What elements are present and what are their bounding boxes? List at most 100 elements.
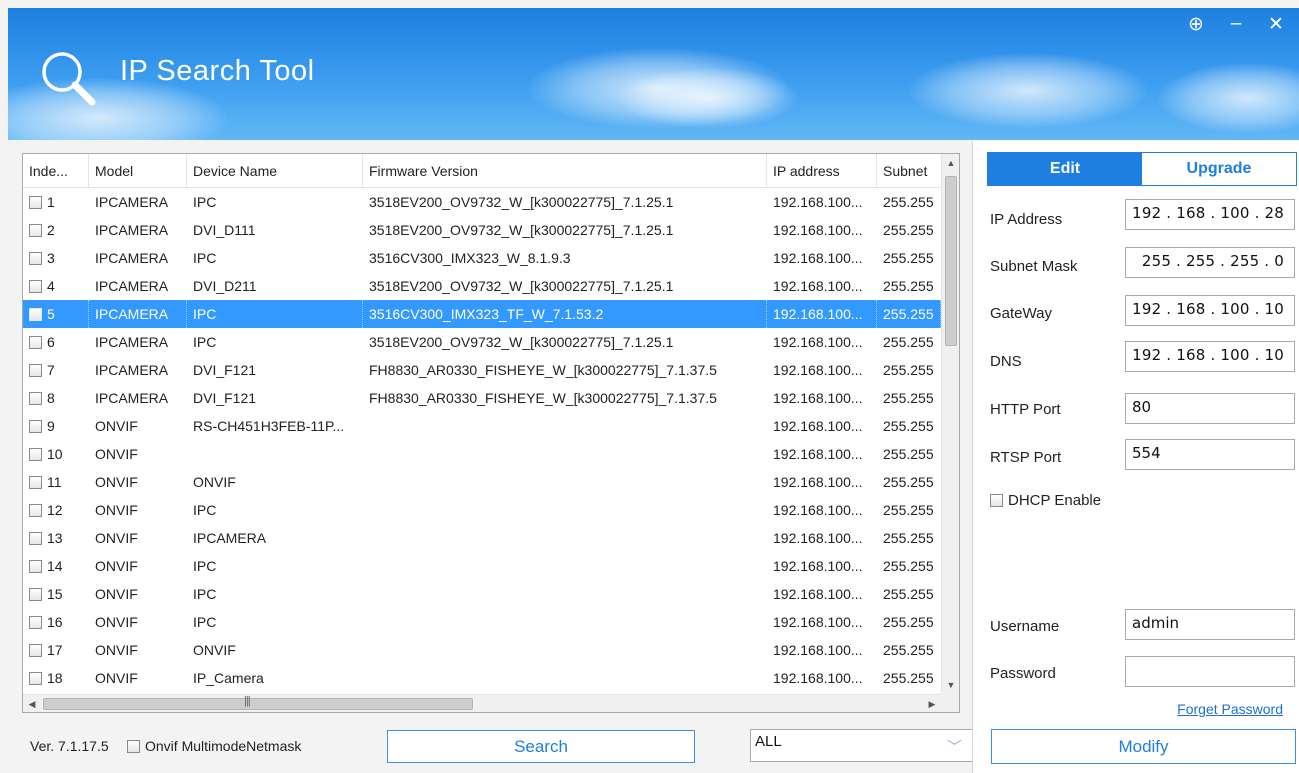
cell-device-name: IPC [193, 502, 217, 518]
gateway-input[interactable]: 192 . 168 . 100 . 10 [1125, 295, 1295, 326]
table-row[interactable]: 10 ONVIF 192.168.100... 255.255 [23, 440, 941, 468]
maximize-icon[interactable]: ⊕ [1183, 12, 1209, 36]
cell-subnet: 255.255 [883, 474, 934, 490]
column-header-firmware[interactable]: Firmware Version [363, 154, 767, 188]
row-checkbox[interactable] [29, 504, 42, 517]
row-checkbox[interactable] [29, 224, 42, 237]
version-label: Ver. 7.1.17.5 [30, 738, 109, 754]
row-checkbox[interactable] [29, 672, 42, 685]
table-row[interactable]: 11 ONVIF ONVIF 192.168.100... 255.255 [23, 468, 941, 496]
dhcp-checkbox[interactable] [990, 494, 1003, 507]
row-index: 2 [47, 222, 55, 238]
row-checkbox[interactable] [29, 196, 42, 209]
dns-input[interactable]: 192 . 168 . 100 . 10 [1125, 341, 1295, 372]
cell-subnet: 255.255 [883, 362, 934, 378]
cell-index: 9 [23, 412, 89, 440]
cell-ip: 192.168.100... [773, 418, 863, 434]
table-row[interactable]: 14 ONVIF IPC 192.168.100... 255.255 [23, 552, 941, 580]
column-header-ip[interactable]: IP address [767, 154, 877, 188]
scroll-left-icon[interactable]: ◀ [23, 695, 41, 713]
row-checkbox[interactable] [29, 364, 42, 377]
table-row[interactable]: 18 ONVIF IP_Camera 192.168.100... 255.255 [23, 664, 941, 692]
cell-model: IPCAMERA [95, 362, 169, 378]
vertical-scrollbar[interactable]: ▲ ▼ [941, 154, 959, 694]
row-checkbox[interactable] [29, 336, 42, 349]
onvif-multimode-checkbox[interactable] [127, 739, 140, 753]
minimize-icon[interactable]: – [1223, 12, 1249, 36]
dhcp-option[interactable]: DHCP Enable [990, 492, 1101, 509]
scroll-down-icon[interactable]: ▼ [942, 676, 960, 694]
table-row[interactable]: 13 ONVIF IPCAMERA 192.168.100... 255.255 [23, 524, 941, 552]
cell-subnet: 255.255 [883, 194, 934, 210]
table-row[interactable]: 7 IPCAMERA DVI_F121 FH8830_AR0330_FISHEYE_W… [23, 356, 941, 384]
row-checkbox[interactable] [29, 616, 42, 629]
cell-index: 1 [23, 188, 89, 216]
scroll-right-icon[interactable]: ▶ [923, 695, 941, 713]
modify-button[interactable]: Modify [991, 729, 1296, 764]
cell-subnet: 255.255 [883, 390, 934, 406]
horizontal-scroll-thumb[interactable]: ||| [43, 695, 473, 710]
cell-subnet: 255.255 [883, 642, 934, 658]
magnifier-icon [38, 48, 102, 112]
filter-select[interactable]: ALL ﹀ [750, 729, 973, 762]
row-checkbox[interactable] [29, 308, 42, 321]
column-header-index[interactable]: Inde... [23, 154, 89, 188]
tab-edit[interactable]: Edit [988, 153, 1142, 185]
cell-device-name: IPC [193, 194, 217, 210]
row-checkbox[interactable] [29, 560, 42, 573]
row-checkbox[interactable] [29, 280, 42, 293]
cell-index: 18 [23, 664, 89, 692]
cell-firmware [363, 412, 767, 440]
table-row[interactable]: 17 ONVIF ONVIF 192.168.100... 255.255 [23, 636, 941, 664]
ip-address-input[interactable]: 192 . 168 . 100 . 28 [1125, 199, 1295, 230]
table-row[interactable]: 12 ONVIF IPC 192.168.100... 255.255 [23, 496, 941, 524]
table-row[interactable]: 15 ONVIF IPC 192.168.100... 255.255 [23, 580, 941, 608]
table-row[interactable]: 1 IPCAMERA IPC 3518EV200_OV9732_W_[k3000227… [23, 188, 941, 216]
table-row[interactable]: 16 ONVIF IPC 192.168.100... 255.255 [23, 608, 941, 636]
table-row[interactable]: 5 IPCAMERA IPC 3516CV300_IMX323_TF_W_7.1.53… [23, 300, 941, 328]
table-row[interactable]: 4 IPCAMERA DVI_D211 3518EV200_OV9732_W_[k30… [23, 272, 941, 300]
row-checkbox[interactable] [29, 448, 42, 461]
column-header-subnet[interactable]: Subnet [877, 154, 941, 188]
table-row[interactable]: 3 IPCAMERA IPC 3516CV300_IMX323_W_8.1.9.3 19… [23, 244, 941, 272]
cell-model: ONVIF [95, 418, 138, 434]
horizontal-scrollbar[interactable]: ◀ ||| ▶ [23, 694, 941, 712]
chevron-down-icon[interactable]: ﹀ [947, 736, 962, 757]
row-checkbox[interactable] [29, 392, 42, 405]
rtsp-port-input[interactable]: 554 [1125, 439, 1295, 470]
onvif-multimode-option[interactable]: Onvif MultimodeNetmask [127, 738, 301, 754]
table-row[interactable]: 2 IPCAMERA DVI_D111 3518EV200_OV9732_W_[k30… [23, 216, 941, 244]
scroll-up-icon[interactable]: ▲ [942, 154, 960, 172]
http-port-label: HTTP Port [990, 401, 1061, 418]
cell-index: 16 [23, 608, 89, 636]
row-checkbox[interactable] [29, 476, 42, 489]
cell-firmware: 3518EV200_OV9732_W_[k300022775]_7.1.25.1 [369, 334, 674, 350]
row-index: 9 [47, 418, 55, 434]
column-header-model[interactable]: Model [89, 154, 187, 188]
forget-password-link[interactable]: Forget Password [1177, 701, 1283, 717]
table-row[interactable]: 9 ONVIF RS-CH451H3FEB-11P... 192.168.100...… [23, 412, 941, 440]
password-input[interactable] [1125, 656, 1295, 687]
search-button[interactable]: Search [387, 730, 695, 763]
row-checkbox[interactable] [29, 420, 42, 433]
username-input[interactable]: admin [1125, 609, 1295, 640]
http-port-input[interactable]: 80 [1125, 393, 1295, 424]
device-table: Inde... Model Device Name Firmware Versi… [22, 153, 960, 713]
table-row[interactable]: 8 IPCAMERA DVI_F121 FH8830_AR0330_FISHEYE_W… [23, 384, 941, 412]
subnet-mask-input[interactable]: 255 . 255 . 255 . 0 [1125, 247, 1295, 278]
cell-firmware [363, 664, 767, 692]
row-index: 5 [47, 306, 55, 322]
column-header-device-name[interactable]: Device Name [187, 154, 363, 188]
cell-model: ONVIF [95, 670, 138, 686]
tab-upgrade[interactable]: Upgrade [1142, 153, 1296, 185]
cell-model: ONVIF [95, 446, 138, 462]
row-checkbox[interactable] [29, 252, 42, 265]
row-checkbox[interactable] [29, 644, 42, 657]
cell-ip: 192.168.100... [773, 558, 863, 574]
close-icon[interactable]: ✕ [1263, 12, 1289, 36]
cell-firmware: 3518EV200_OV9732_W_[k300022775]_7.1.25.1 [369, 278, 674, 294]
table-row[interactable]: 6 IPCAMERA IPC 3518EV200_OV9732_W_[k3000227… [23, 328, 941, 356]
row-checkbox[interactable] [29, 588, 42, 601]
row-checkbox[interactable] [29, 532, 42, 545]
vertical-scroll-thumb[interactable] [945, 176, 957, 346]
